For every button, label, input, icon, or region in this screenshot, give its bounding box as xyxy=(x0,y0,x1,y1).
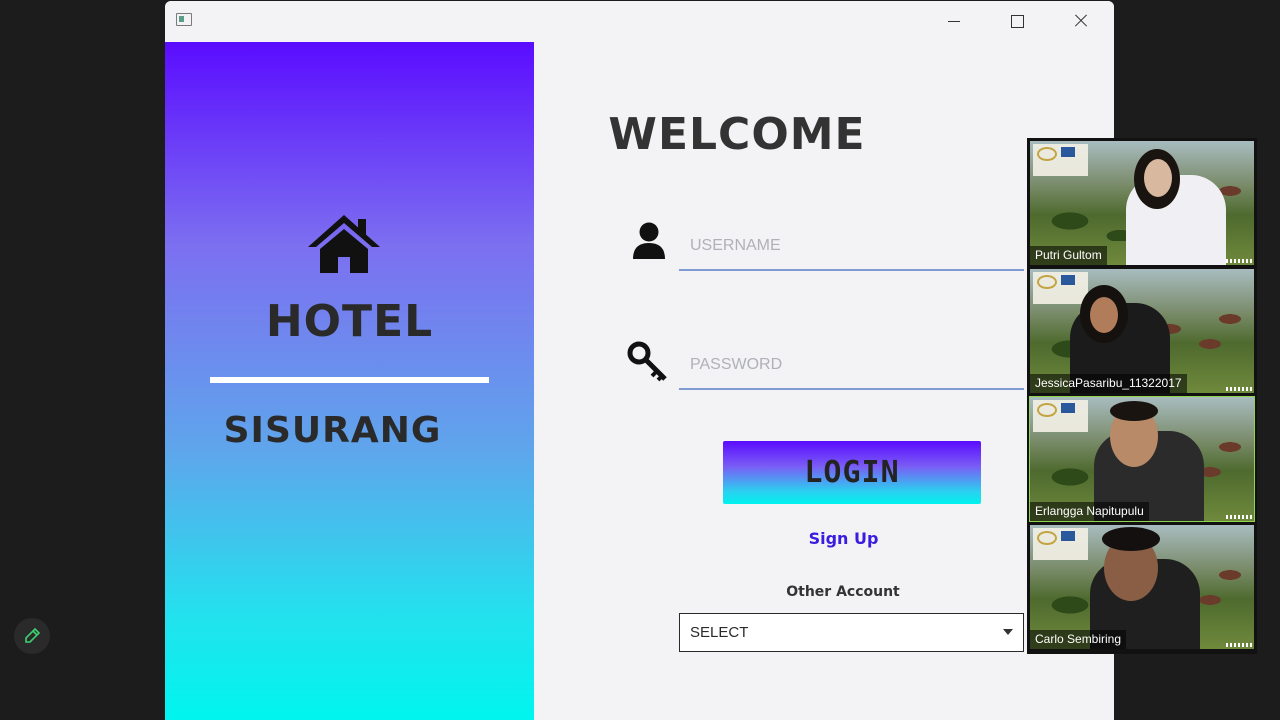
more-options-icon[interactable] xyxy=(1226,515,1252,519)
participant-name: Putri Gultom xyxy=(1030,246,1107,265)
more-options-icon[interactable] xyxy=(1226,387,1252,391)
participant-hair xyxy=(1102,527,1160,551)
select-value: SELECT xyxy=(690,624,749,641)
username-input[interactable] xyxy=(679,223,1024,271)
video-tile[interactable]: Carlo Sembiring xyxy=(1030,525,1254,649)
participant-face xyxy=(1090,297,1118,333)
welcome-heading: WELCOME xyxy=(608,109,866,160)
app-icon xyxy=(176,13,192,26)
pencil-icon xyxy=(25,627,41,643)
hotel-name: SISURANG xyxy=(223,410,442,451)
password-input[interactable] xyxy=(679,342,1024,390)
video-tile[interactable]: JessicaPasaribu_11322017 xyxy=(1030,269,1254,393)
participant-face xyxy=(1144,159,1172,197)
participant-name: Erlangga Napitupulu xyxy=(1030,502,1149,521)
institute-logo xyxy=(1033,528,1088,560)
participant-name: Carlo Sembiring xyxy=(1030,630,1127,649)
user-icon xyxy=(633,222,665,259)
signup-link[interactable]: Sign Up xyxy=(765,529,922,548)
participant-name: JessicaPasaribu_11322017 xyxy=(1030,374,1187,393)
video-tile[interactable]: Putri Gultom xyxy=(1030,141,1254,265)
close-icon[interactable] xyxy=(1058,5,1104,37)
title-divider xyxy=(210,377,489,383)
chevron-down-icon xyxy=(1003,629,1013,635)
maximize-icon[interactable] xyxy=(994,5,1040,37)
participant-hair xyxy=(1110,401,1158,421)
video-participants-strip: Putri Gultom JessicaPasaribu_11322017 Er… xyxy=(1027,138,1257,654)
video-tile[interactable]: Erlangga Napitupulu xyxy=(1029,396,1255,522)
more-options-icon[interactable] xyxy=(1226,643,1252,647)
more-options-icon[interactable] xyxy=(1226,259,1252,263)
annotate-button[interactable] xyxy=(14,618,50,654)
app-window: HOTEL SISURANG WELCOME LOGIN Sign Up Oth… xyxy=(165,1,1114,720)
login-button[interactable]: LOGIN xyxy=(723,441,981,504)
minimize-icon[interactable] xyxy=(931,5,977,37)
title-bar xyxy=(165,1,1114,41)
brand-panel: HOTEL SISURANG xyxy=(165,42,534,720)
institute-logo xyxy=(1033,400,1088,432)
institute-logo xyxy=(1033,144,1088,176)
other-account-select[interactable]: SELECT xyxy=(679,613,1024,652)
house-icon xyxy=(308,215,380,273)
hotel-title: HOTEL xyxy=(265,296,434,347)
key-icon xyxy=(627,341,667,382)
institute-logo xyxy=(1033,272,1088,304)
other-account-label: Other Account xyxy=(786,584,900,600)
